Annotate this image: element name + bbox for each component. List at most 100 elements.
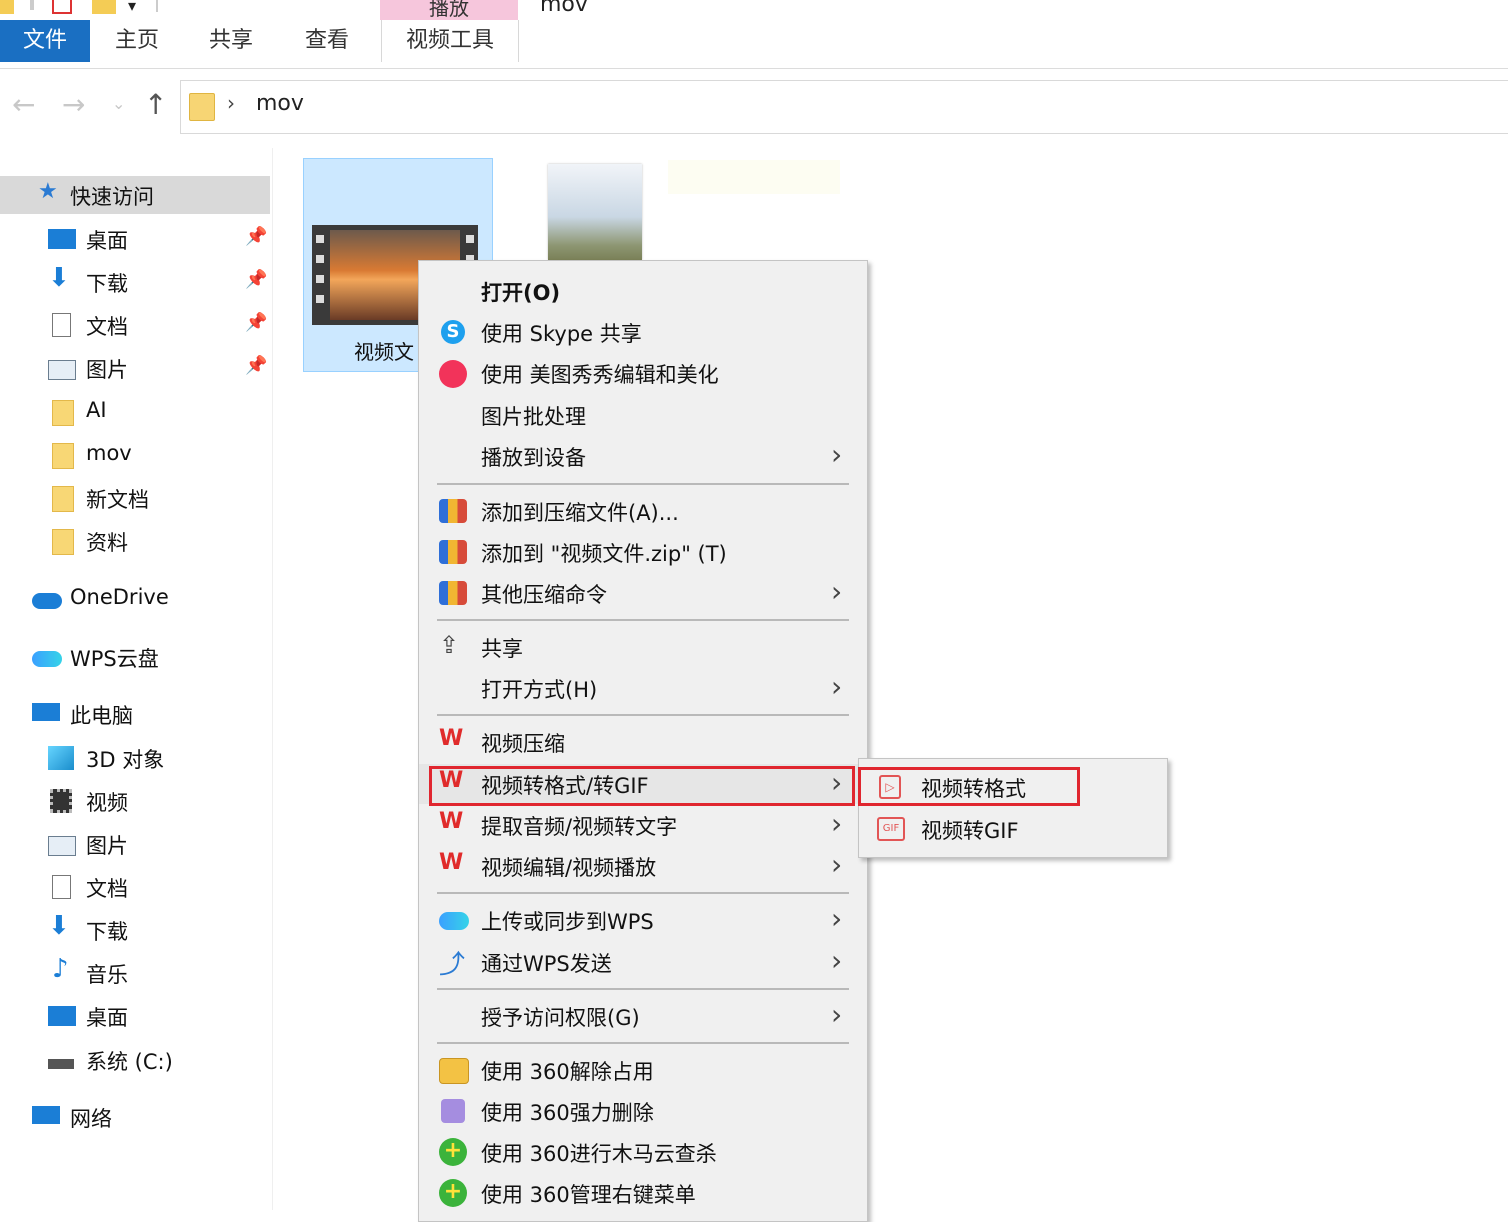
menu-item-open-with[interactable]: 打开方式(H) ›	[419, 668, 867, 708]
menu-item-360-unlock[interactable]: 使用 360解除占用	[419, 1050, 867, 1090]
menu-item-label: 播放到设备	[481, 446, 586, 470]
properties-icon[interactable]	[52, 0, 72, 14]
menu-separator	[437, 1042, 849, 1044]
nav-quick-access[interactable]: ★ 快速访问	[0, 176, 270, 214]
nav-item-music[interactable]: ♪ 音乐	[0, 954, 270, 992]
menu-item-send-wps[interactable]: ⤴ 通过WPS发送 ›	[419, 942, 867, 982]
film-icon	[50, 789, 72, 813]
up-icon[interactable]: ↑	[144, 88, 167, 121]
chevron-right-icon: ›	[831, 670, 843, 703]
back-icon[interactable]: ←	[12, 88, 35, 121]
music-icon: ♪	[52, 954, 69, 984]
nav-item-documents[interactable]: 文档 📌	[0, 306, 270, 344]
nav-label: AI	[86, 398, 107, 422]
nav-item-materials[interactable]: 资料	[0, 522, 270, 560]
recent-dropdown-icon[interactable]: ⌄	[112, 94, 125, 113]
context-menu: 打开(O) S 使用 Skype 共享 使用 美图秀秀编辑和美化 图片批处理 播…	[418, 260, 868, 1222]
menu-item-video-edit-play[interactable]: W 视频编辑/视频播放 ›	[419, 846, 867, 886]
pin-icon[interactable]: 📌	[245, 355, 267, 376]
menu-item-share[interactable]: ⇪ 共享	[419, 627, 867, 667]
new-folder-icon[interactable]	[92, 0, 116, 14]
nav-item-3d-objects[interactable]: 3D 对象	[0, 739, 270, 777]
nav-item-videos[interactable]: 视频	[0, 782, 270, 820]
film-hole	[316, 235, 324, 243]
menu-item-add-archive[interactable]: 添加到压缩文件(A)...	[419, 491, 867, 531]
wps-cloud-icon	[32, 651, 62, 667]
menu-item-label: 通过WPS发送	[481, 952, 612, 976]
computer-icon	[32, 703, 60, 721]
tab-view[interactable]: 查看	[294, 20, 360, 62]
tab-video-tools[interactable]: 视频工具	[381, 20, 519, 62]
tab-file[interactable]: 文件	[0, 20, 90, 62]
forward-icon[interactable]: →	[62, 88, 85, 121]
menu-item-label: 打开方式(H)	[481, 678, 598, 702]
pin-icon[interactable]: 📌	[245, 312, 267, 333]
folder-icon[interactable]	[0, 0, 14, 14]
360-plus-icon: +	[439, 1138, 467, 1166]
menu-item-grant-access[interactable]: 授予访问权限(G) ›	[419, 996, 867, 1036]
menu-item-add-zip[interactable]: 添加到 "视频文件.zip" (T)	[419, 532, 867, 572]
menu-item-meitu[interactable]: 使用 美图秀秀编辑和美化	[419, 353, 867, 393]
submenu-item-video-gif[interactable]: GIF 视频转GIF	[859, 809, 1167, 849]
menu-item-cast-to-device[interactable]: 播放到设备 ›	[419, 436, 867, 476]
nav-label: 系统 (C:)	[86, 1050, 173, 1074]
film-hole	[466, 235, 474, 243]
nav-network[interactable]: 网络	[0, 1098, 270, 1136]
customize-dropdown-icon[interactable]: ▾	[128, 0, 136, 15]
menu-item-batch-image[interactable]: 图片批处理	[419, 395, 867, 435]
nav-item-ai[interactable]: AI	[0, 393, 270, 431]
chevron-right-icon: ›	[831, 998, 843, 1031]
nav-label: 桌面	[86, 229, 128, 253]
send-icon: ⤴	[439, 950, 466, 980]
menu-item-360-force-delete[interactable]: 使用 360强力删除	[419, 1091, 867, 1131]
menu-item-skype-share[interactable]: S 使用 Skype 共享	[419, 312, 867, 352]
nav-wps-cloud[interactable]: WPS云盘	[0, 638, 270, 676]
menu-item-extract-audio[interactable]: W 提取音频/视频转文字 ›	[419, 805, 867, 845]
file-name-label[interactable]: 视频文	[354, 336, 414, 365]
nav-label: 文档	[86, 315, 128, 339]
tab-home[interactable]: 主页	[104, 20, 170, 62]
nav-item-desktop[interactable]: 桌面 📌	[0, 220, 270, 258]
nav-item-desktop-pc[interactable]: 桌面	[0, 997, 270, 1035]
menu-item-label: 图片批处理	[481, 405, 586, 429]
menu-item-label: 使用 360管理右键菜单	[481, 1183, 696, 1207]
menu-item-label: 添加到压缩文件(A)...	[481, 501, 679, 525]
menu-item-other-compress[interactable]: 其他压缩命令 ›	[419, 573, 867, 613]
pin-icon[interactable]: 📌	[245, 269, 267, 290]
folder-icon	[52, 443, 74, 469]
context-tab-header-label: 播放	[429, 0, 469, 20]
nav-this-pc[interactable]: 此电脑	[0, 695, 270, 733]
nav-item-mov[interactable]: mov	[0, 436, 270, 474]
nav-item-pictures[interactable]: 图片 📌	[0, 349, 270, 387]
photo-thumbnail[interactable]	[548, 164, 642, 260]
download-icon: ⬇	[48, 263, 70, 293]
menu-item-label: 添加到 "视频文件.zip" (T)	[481, 542, 727, 566]
menu-separator	[437, 892, 849, 894]
pin-icon[interactable]: 📌	[245, 226, 267, 247]
menu-item-label: 使用 360强力删除	[481, 1101, 654, 1125]
nav-item-pictures-pc[interactable]: 图片	[0, 825, 270, 863]
film-hole	[316, 255, 324, 263]
nav-item-new-doc[interactable]: 新文档	[0, 479, 270, 517]
menu-item-upload-wps[interactable]: 上传或同步到WPS ›	[419, 900, 867, 940]
menu-item-video-compress[interactable]: W 视频压缩	[419, 722, 867, 762]
picture-icon	[48, 836, 76, 856]
nav-item-downloads-pc[interactable]: ⬇ 下载	[0, 911, 270, 949]
winrar-icon	[439, 581, 467, 605]
menu-item-open[interactable]: 打开(O)	[419, 271, 867, 311]
nav-item-system-c[interactable]: 系统 (C:)	[0, 1041, 270, 1079]
document-icon	[52, 875, 71, 899]
tab-share[interactable]: 共享	[198, 20, 264, 62]
nav-label: mov	[86, 441, 132, 465]
breadcrumb-mov[interactable]: mov	[256, 91, 304, 116]
nav-onedrive[interactable]: OneDrive	[0, 580, 270, 618]
menu-separator	[437, 619, 849, 621]
address-bar[interactable]: › mov	[180, 80, 1508, 134]
nav-item-downloads[interactable]: ⬇ 下载 📌	[0, 263, 270, 301]
nav-label: 视频	[86, 791, 128, 815]
nav-label: 下载	[86, 272, 128, 296]
menu-item-360-manage-menu[interactable]: + 使用 360管理右键菜单	[419, 1173, 867, 1213]
nav-item-documents-pc[interactable]: 文档	[0, 868, 270, 906]
breadcrumb-separator[interactable]: ›	[227, 91, 235, 115]
menu-item-360-trojan-scan[interactable]: + 使用 360进行木马云查杀	[419, 1132, 867, 1172]
